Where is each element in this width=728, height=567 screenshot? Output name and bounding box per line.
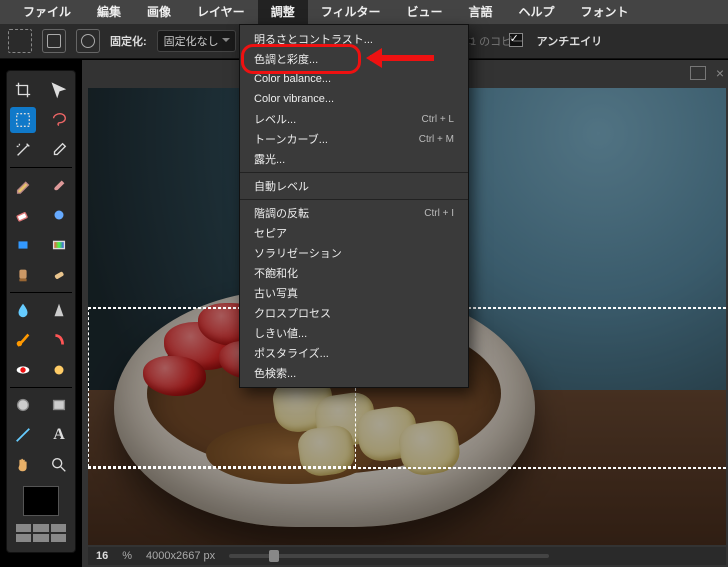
antialias-label: アンチエイリ xyxy=(537,33,603,49)
lock-label: 固定化: xyxy=(110,33,147,49)
panel-float-icon[interactable] xyxy=(690,66,706,80)
tool-clone[interactable] xyxy=(10,262,36,288)
menu-font[interactable]: フォント xyxy=(568,0,642,24)
tool-crop[interactable] xyxy=(10,77,36,103)
menu-item-solarize[interactable]: ソラリゼーション xyxy=(240,243,468,263)
menu-item-crossprocess[interactable]: クロスプロセス xyxy=(240,303,468,323)
zoom-slider[interactable] xyxy=(229,554,549,558)
panel-controls: × xyxy=(690,60,724,86)
tool-burn[interactable] xyxy=(46,327,72,353)
zoom-unit: % xyxy=(122,550,132,562)
tool-lasso[interactable] xyxy=(46,107,72,133)
menu-item-curves[interactable]: トーンカーブ...Ctrl + M xyxy=(240,129,468,149)
menu-layer[interactable]: レイヤー xyxy=(184,0,258,24)
adjust-menu: 明るさとコントラスト... 色調と彩度... Color balance... … xyxy=(239,24,469,388)
menu-edit[interactable]: 編集 xyxy=(84,0,134,24)
shape-rect-icon[interactable] xyxy=(42,29,66,53)
tool-bucket[interactable] xyxy=(10,232,36,258)
menu-item-exposure[interactable]: 露光... xyxy=(240,149,468,169)
tool-marquee[interactable] xyxy=(10,107,36,133)
tool-eraser[interactable] xyxy=(10,202,36,228)
document-tab-label[interactable]: 1 のコピー xyxy=(470,33,523,49)
color-swatch[interactable] xyxy=(23,486,59,516)
tool-rect[interactable] xyxy=(46,392,72,418)
tool-sponge[interactable] xyxy=(46,357,72,383)
menu-lang[interactable]: 言語 xyxy=(455,0,505,24)
tool-shape[interactable] xyxy=(10,392,36,418)
menu-adjust[interactable]: 調整 xyxy=(258,0,308,24)
menu-image[interactable]: 画像 xyxy=(134,0,184,24)
tool-pencil[interactable] xyxy=(10,172,36,198)
tool-dodge[interactable] xyxy=(10,327,36,353)
menu-item-oldphoto[interactable]: 古い写真 xyxy=(240,283,468,303)
menu-item-vibrance[interactable]: Color vibrance... xyxy=(240,89,468,109)
menu-item-hue-sat[interactable]: 色調と彩度... xyxy=(240,49,468,69)
menu-help[interactable]: ヘルプ xyxy=(506,0,568,24)
tool-zoom[interactable] xyxy=(46,452,72,478)
marquee-rect-icon[interactable] xyxy=(8,29,32,53)
menu-item-sepia[interactable]: セピア xyxy=(240,223,468,243)
menu-item-levels[interactable]: レベル...Ctrl + L xyxy=(240,109,468,129)
menubar: ファイル 編集 画像 レイヤー 調整 フィルター ビュー 言語 ヘルプ フォント xyxy=(0,0,728,24)
tool-gradient[interactable] xyxy=(46,232,72,258)
tool-heal[interactable] xyxy=(46,262,72,288)
tool-picker[interactable] xyxy=(46,137,72,163)
menu-view[interactable]: ビュー xyxy=(393,0,455,24)
lock-select[interactable]: 固定化なし xyxy=(157,30,236,52)
toolbox: A xyxy=(6,70,76,553)
tool-text[interactable]: A xyxy=(46,422,72,448)
menu-item-invert[interactable]: 階調の反転Ctrl + I xyxy=(240,203,468,223)
menu-item-threshold[interactable]: しきい値... xyxy=(240,323,468,343)
selection-edge xyxy=(88,467,726,469)
tool-blur[interactable] xyxy=(10,297,36,323)
tool-move[interactable] xyxy=(46,77,72,103)
tool-brush[interactable] xyxy=(46,172,72,198)
layout-grid-icon[interactable] xyxy=(16,524,66,542)
tool-sharpen[interactable] xyxy=(46,297,72,323)
menu-item-colorlookup[interactable]: 色検索... xyxy=(240,363,468,383)
menu-file[interactable]: ファイル xyxy=(10,0,84,24)
menu-item-brightness[interactable]: 明るさとコントラスト... xyxy=(240,29,468,49)
menu-item-desaturate[interactable]: 不飽和化 xyxy=(240,263,468,283)
zoom-value[interactable]: 16 xyxy=(96,550,108,562)
tool-line[interactable] xyxy=(10,422,36,448)
panel-close-icon[interactable]: × xyxy=(716,65,724,81)
image-dims: 4000x2667 px xyxy=(146,550,215,562)
menu-item-autolevels[interactable]: 自動レベル xyxy=(240,176,468,196)
tool-redeye[interactable] xyxy=(10,357,36,383)
menu-item-color-balance[interactable]: Color balance... xyxy=(240,69,468,89)
shape-ellipse-icon[interactable] xyxy=(76,29,100,53)
tool-hand[interactable] xyxy=(10,452,36,478)
status-bar: 16 % 4000x2667 px xyxy=(88,547,726,565)
tool-wand[interactable] xyxy=(10,137,36,163)
menu-filter[interactable]: フィルター xyxy=(308,0,394,24)
menu-item-posterize[interactable]: ポスタライズ... xyxy=(240,343,468,363)
tool-smudge[interactable] xyxy=(46,202,72,228)
